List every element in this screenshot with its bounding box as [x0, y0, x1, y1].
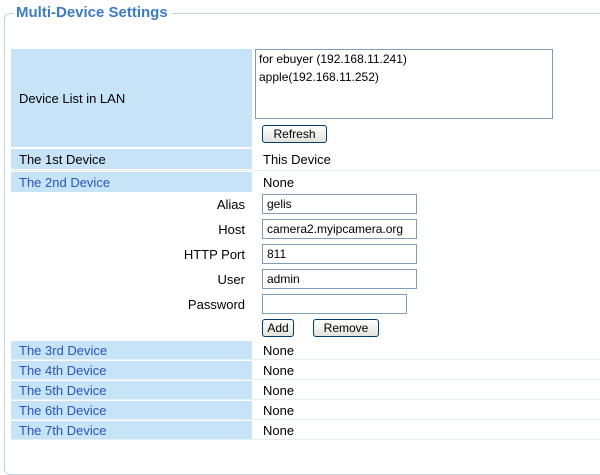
- refresh-button[interactable]: Refresh: [262, 125, 327, 143]
- sixth-device-label-cell: The 6th Device: [11, 401, 252, 419]
- second-device-value: None: [263, 175, 295, 190]
- row-divider: [11, 379, 600, 380]
- fourth-device-label-cell: The 4th Device: [11, 361, 252, 379]
- row-divider: [11, 439, 600, 440]
- http-port-field[interactable]: 811: [262, 244, 417, 264]
- lan-device-listbox[interactable]: for ebuyer (192.168.11.241) apple(192.16…: [255, 49, 553, 119]
- third-device-label-cell: The 3rd Device: [11, 341, 252, 359]
- fourth-device-label: The 4th Device: [19, 363, 107, 378]
- alias-label: Alias: [216, 197, 245, 212]
- row-divider: [11, 419, 600, 420]
- alias-field[interactable]: gelis: [262, 194, 417, 214]
- row-divider: [11, 399, 600, 400]
- page-title: Multi-Device Settings: [14, 4, 172, 21]
- first-device-label-cell: The 1st Device: [11, 149, 252, 169]
- seventh-device-label: The 7th Device: [19, 423, 107, 438]
- host-label: Host: [218, 222, 245, 237]
- third-device-value: None: [263, 343, 295, 358]
- device-list-label: Device List in LAN: [19, 91, 126, 106]
- seventh-device-label-cell: The 7th Device: [11, 421, 252, 439]
- seventh-device-value: None: [263, 423, 295, 438]
- host-field[interactable]: camera2.myipcamera.org: [262, 219, 417, 239]
- first-device-label: The 1st Device: [19, 152, 106, 167]
- sixth-device-label: The 6th Device: [19, 403, 107, 418]
- first-device-value: This Device: [263, 152, 331, 167]
- fourth-device-value: None: [263, 363, 295, 378]
- password-label: Password: [187, 297, 245, 312]
- fifth-device-value: None: [263, 383, 295, 398]
- add-button[interactable]: Add: [262, 319, 294, 337]
- http-port-label: HTTP Port: [183, 247, 245, 262]
- row-divider: [11, 359, 600, 360]
- remove-button[interactable]: Remove: [313, 319, 379, 337]
- device-list-label-cell: Device List in LAN: [11, 49, 252, 147]
- lan-device-item[interactable]: apple(192.168.11.252): [256, 68, 552, 86]
- row-divider: [11, 170, 600, 171]
- user-field[interactable]: admin: [262, 269, 417, 289]
- user-label: User: [217, 272, 245, 287]
- fifth-device-label: The 5th Device: [19, 383, 107, 398]
- second-device-label-cell: The 2nd Device: [11, 172, 252, 192]
- fifth-device-label-cell: The 5th Device: [11, 381, 252, 399]
- password-field[interactable]: [262, 294, 407, 314]
- sixth-device-value: None: [263, 403, 295, 418]
- second-device-label: The 2nd Device: [19, 175, 111, 190]
- lan-device-item[interactable]: for ebuyer (192.168.11.241): [256, 50, 552, 68]
- third-device-label: The 3rd Device: [19, 343, 108, 358]
